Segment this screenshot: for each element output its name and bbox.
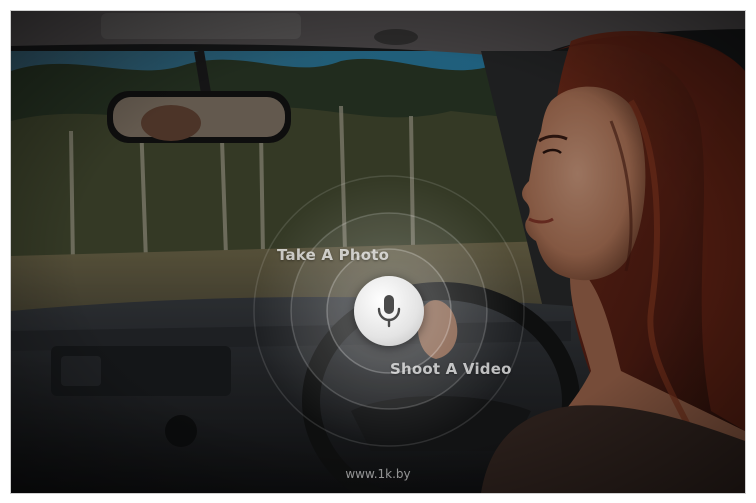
watermark: www.1k.by xyxy=(345,467,411,481)
microphone-button[interactable] xyxy=(354,276,424,346)
microphone-icon xyxy=(377,295,401,328)
shoot-video-option[interactable]: Shoot A Video xyxy=(390,360,512,378)
take-photo-option[interactable]: Take A Photo xyxy=(277,246,389,264)
photo-frame: Take A Photo Shoot A Video www.1k.by xyxy=(10,10,746,494)
